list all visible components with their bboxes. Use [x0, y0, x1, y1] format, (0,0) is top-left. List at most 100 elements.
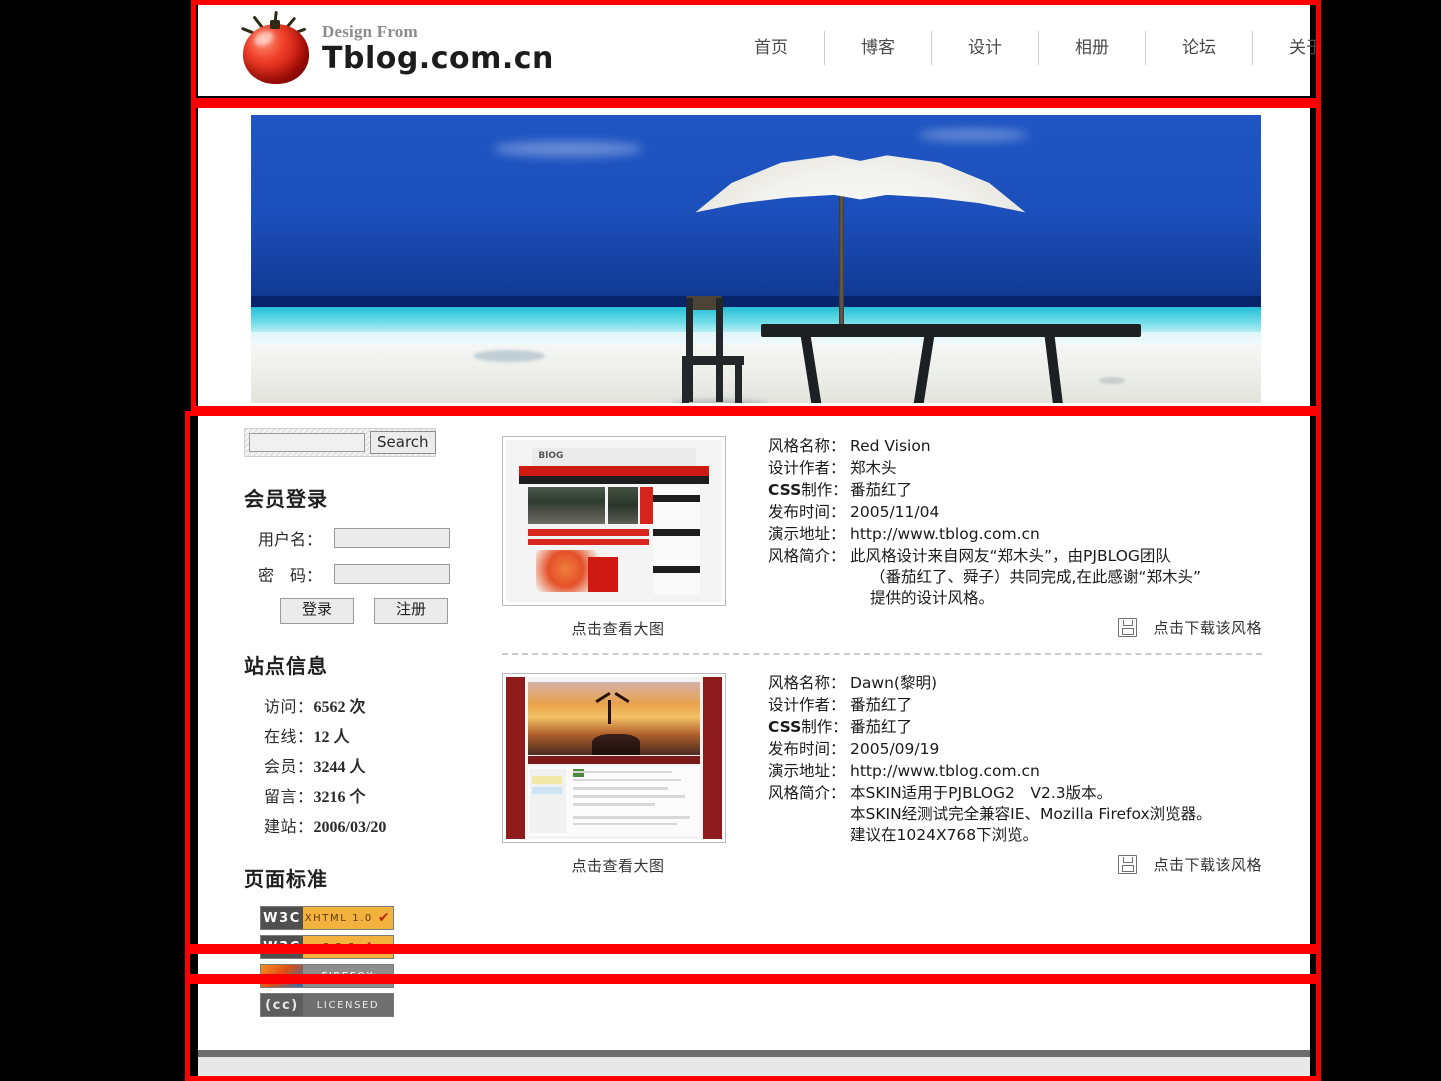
field-label: 风格简介：: [768, 547, 846, 565]
username-row: 用户名：: [244, 526, 502, 550]
banner-section: [198, 105, 1310, 410]
site-info-row-visits: 访问：6562 次: [244, 693, 502, 717]
w3c-mark: W3C: [261, 936, 303, 958]
download-label: 点击下载该风格: [1153, 621, 1262, 637]
password-row: 密 码：: [244, 562, 502, 586]
field-label: CSS制作：: [768, 717, 850, 738]
search-button[interactable]: Search: [370, 431, 436, 454]
skin-thumbnail-dawn[interactable]: [502, 673, 726, 843]
skin-details: 风格名称： Red Vision 设计作者： 郑木头 CSS制作： 番茄红了 发…: [734, 436, 1262, 639]
css-suffix: 制作：: [801, 718, 848, 736]
field-css-author: CSS制作： 番茄红了: [768, 480, 1262, 501]
intro-line: 建议在1024X768下浏览。: [850, 826, 1039, 844]
field-skin-name: 风格名称： Red Vision: [768, 436, 1262, 457]
footer-copyright: Copyright 2006 Tblog.com.cn All Rights R…: [531, 1073, 978, 1081]
footer-spacer: [198, 1038, 1310, 1050]
field-label: 设计作者：: [768, 696, 846, 714]
logo-title: Tblog.com.cn: [322, 40, 554, 76]
css-prefix: CSS: [768, 718, 802, 736]
tomato-icon: [240, 10, 314, 85]
field-demo-url: 演示地址： http://www.tblog.com.cn: [768, 524, 1262, 545]
register-button[interactable]: 注册: [374, 598, 448, 624]
password-label: 密 码：: [258, 568, 323, 585]
field-label: 风格名称：: [768, 674, 846, 692]
info-value: 2006/03/20: [313, 819, 387, 836]
intro-line: 本SKIN经测试完全兼容IE、Mozilla Firefox浏览器。: [850, 805, 1212, 823]
field-label: 设计作者：: [768, 459, 846, 477]
field-release-date: 发布时间： 2005/09/19: [768, 739, 1262, 760]
info-value: 3216 个: [313, 789, 366, 806]
thumb-logo-text: BlOG: [538, 451, 564, 462]
footer-divider: [198, 1050, 1310, 1057]
field-label: 演示地址：: [768, 762, 846, 780]
sidebar: Search 会员登录 用户名： 密 码： 登录 注册 站点信息 访问：6562…: [198, 428, 502, 1022]
site-logo[interactable]: Design From Tblog.com.cn: [240, 10, 554, 85]
field-value: 郑木头: [850, 459, 897, 477]
css-prefix: CSS: [768, 481, 802, 499]
field-label: 演示地址：: [768, 525, 846, 543]
badge-label: LICENSED: [316, 999, 380, 1011]
site-info-heading: 站点信息: [244, 654, 328, 678]
field-label: 风格名称：: [768, 437, 846, 455]
info-key: 访问：: [264, 699, 314, 716]
field-value[interactable]: http://www.tblog.com.cn: [850, 524, 1040, 545]
info-value: 3244 人: [313, 759, 366, 776]
field-intro: 风格简介： 本SKIN适用于PJBLOG2 V2.3版本。 本SKIN经测试完全…: [768, 783, 1262, 846]
field-label: CSS制作：: [768, 480, 850, 501]
username-label: 用户名：: [258, 532, 323, 549]
field-value[interactable]: http://www.tblog.com.cn: [850, 761, 1040, 782]
badge-label: XHTML 1.0: [304, 912, 373, 924]
cc-glyph: (cc): [261, 994, 303, 1016]
nav-item-forum[interactable]: 论坛: [1146, 31, 1253, 65]
nav-item-blog[interactable]: 博客: [825, 31, 932, 65]
page-column: Design From Tblog.com.cn 首页 博客 设计 相册 论坛 …: [198, 0, 1323, 1081]
site-info-row-founded: 建站：2006/03/20: [244, 813, 502, 837]
check-icon: ✔: [377, 910, 392, 926]
login-submit-button[interactable]: 登录: [280, 598, 354, 624]
field-value: 番茄红了: [850, 718, 913, 736]
field-label: 发布时间：: [768, 740, 846, 758]
view-large-link[interactable]: 点击查看大图: [502, 618, 734, 639]
main-content: Search 会员登录 用户名： 密 码： 登录 注册 站点信息 访问：6562…: [198, 410, 1310, 1038]
download-skin-link[interactable]: 点击下载该风格: [1118, 617, 1262, 638]
field-value: 番茄红了: [850, 481, 913, 499]
password-field[interactable]: [334, 564, 450, 584]
username-field[interactable]: [334, 528, 450, 548]
view-large-link[interactable]: 点击查看大图: [502, 855, 734, 876]
skin-thumbnail-red-vision[interactable]: BlOG: [502, 436, 726, 606]
main-navigation[interactable]: 首页 博客 设计 相册 论坛 关于: [718, 0, 1359, 96]
badge-label: C S S: [321, 941, 356, 953]
download-skin-link[interactable]: 点击下载该风格: [1118, 854, 1262, 875]
info-key: 在线：: [264, 729, 314, 746]
info-key: 留言：: [264, 789, 314, 806]
skin-actions: 点击下载该风格: [768, 854, 1262, 875]
intro-line: （番茄红了、舜子）共同完成,在此感谢“郑木头”: [870, 568, 1201, 586]
info-key: 建站：: [264, 819, 314, 836]
nav-item-home[interactable]: 首页: [718, 31, 825, 65]
check-icon: ✔: [360, 939, 375, 955]
standards-heading: 页面标准: [244, 867, 328, 891]
field-demo-url: 演示地址： http://www.tblog.com.cn: [768, 761, 1262, 782]
badge-css-icon[interactable]: W3C C S S ✔: [260, 935, 394, 959]
skin-details: 风格名称： Dawn(黎明) 设计作者： 番茄红了 CSS制作： 番茄红了 发布…: [734, 673, 1262, 876]
floppy-disk-icon: [1118, 855, 1138, 874]
banner-beach-image: [251, 115, 1261, 403]
badge-cc-licensed-icon[interactable]: (cc) LICENSED: [260, 993, 394, 1017]
badge-xhtml-icon[interactable]: W3C XHTML 1.0 ✔: [260, 906, 394, 930]
skin-list: BlOG 点击查看大图 风格名称： Red Vision 设计作者： 郑木头 C…: [502, 428, 1310, 1022]
nav-item-album[interactable]: 相册: [1039, 31, 1146, 65]
standards-badges: W3C XHTML 1.0 ✔ W3C C S S ✔ FIREFOX (cc)…: [244, 906, 502, 1017]
field-label: 风格简介：: [768, 784, 846, 802]
header-divider: [198, 96, 1310, 105]
skin-divider: [502, 653, 1262, 655]
site-info-row-messages: 留言：3216 个: [244, 783, 502, 807]
nav-item-design[interactable]: 设计: [932, 31, 1039, 65]
search-bar: Search: [244, 428, 436, 457]
search-input[interactable]: [249, 433, 365, 452]
site-info-row-members: 会员：3244 人: [244, 753, 502, 777]
field-designer: 设计作者： 番茄红了: [768, 695, 1262, 716]
site-footer: Copyright 2006 Tblog.com.cn All Rights R…: [198, 1057, 1310, 1081]
nav-item-about[interactable]: 关于: [1253, 31, 1359, 65]
badge-firefox-icon[interactable]: FIREFOX: [260, 964, 394, 988]
field-intro: 风格简介： 此风格设计来自网友“郑木头”，由PJBLOG团队 （番茄红了、舜子）…: [768, 546, 1262, 609]
